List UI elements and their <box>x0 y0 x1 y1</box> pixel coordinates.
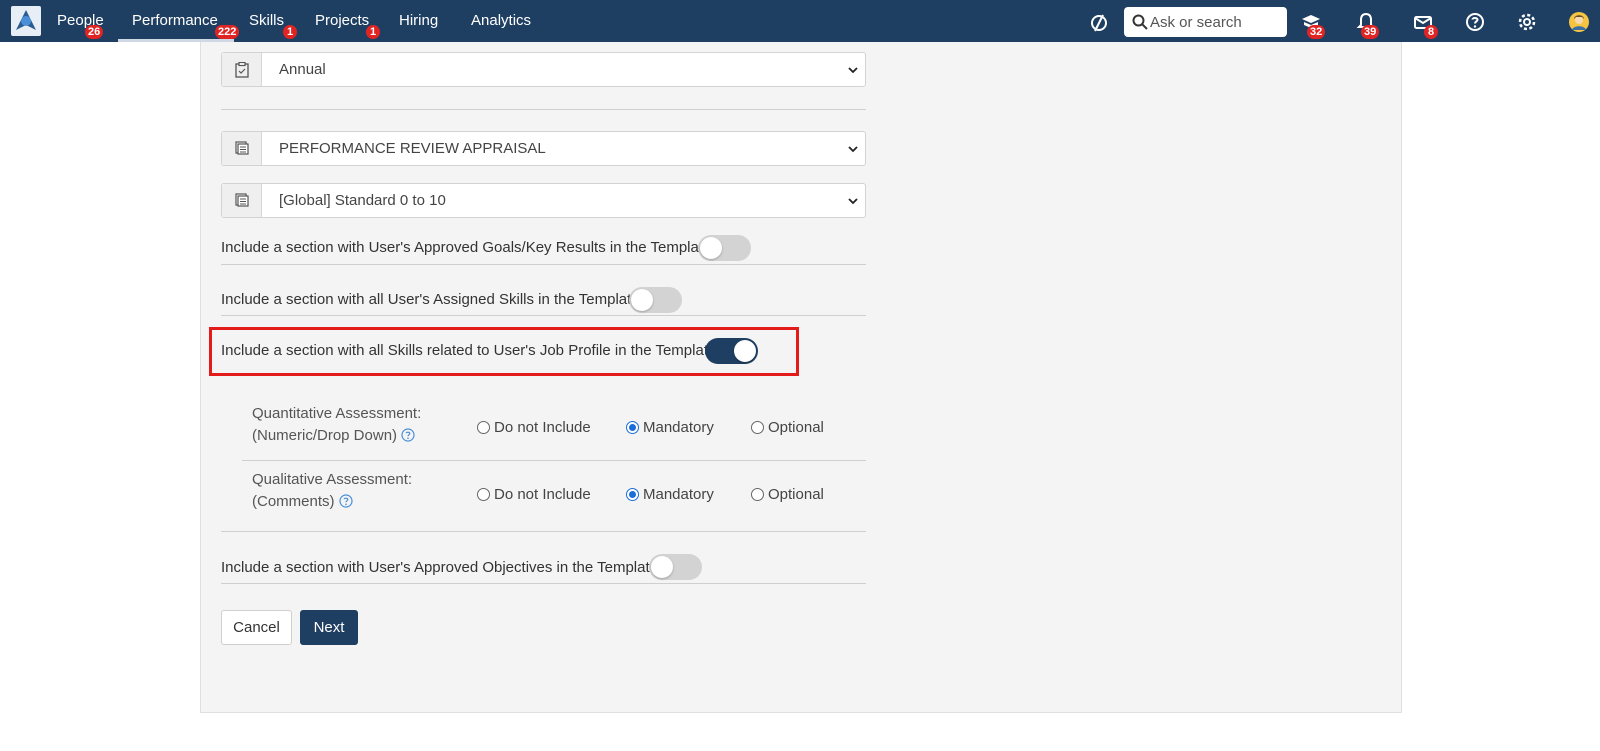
skills-badge: 1 <box>283 25 297 39</box>
help-icon[interactable] <box>1464 11 1486 33</box>
cancel-button[interactable]: Cancel <box>221 610 292 645</box>
nav-hiring[interactable]: Hiring <box>399 0 438 42</box>
learning-badge: 32 <box>1307 25 1326 39</box>
people-badge: 26 <box>85 25 104 39</box>
radio-label: Mandatory <box>643 419 714 436</box>
timer-icon[interactable] <box>1088 11 1110 33</box>
nav-hiring-label: Hiring <box>399 12 439 29</box>
radio-label: Optional <box>768 419 824 436</box>
nav-analytics[interactable]: Analytics <box>471 0 531 42</box>
radio-label: Mandatory <box>643 486 714 503</box>
template-select-value: PERFORMANCE REVIEW APPRAISAL <box>279 140 546 157</box>
nav-performance[interactable]: Performance <box>132 0 218 42</box>
messages-badge: 8 <box>1424 25 1438 39</box>
quantitative-label: Quantitative Assessment: (Numeric/Drop D… <box>252 403 421 447</box>
cycle-select[interactable]: Annual <box>221 52 866 87</box>
divider <box>221 531 866 532</box>
search-box[interactable] <box>1124 7 1287 37</box>
app-logo[interactable] <box>11 6 41 36</box>
nav-skills[interactable]: Skills <box>249 0 284 42</box>
quantitative-label-title: Quantitative Assessment: <box>252 405 422 422</box>
document-icon <box>222 184 262 217</box>
search-input[interactable] <box>1150 7 1282 37</box>
assigned-skills-toggle[interactable] <box>629 287 682 313</box>
next-button[interactable]: Next <box>300 610 358 645</box>
goals-toggle-label: Include a section with User's Approved G… <box>221 239 712 256</box>
quantitative-label-subtitle: (Numeric/Drop Down) <box>252 427 398 444</box>
nav-projects-label: Projects <box>315 12 370 29</box>
clipboard-icon <box>222 53 262 86</box>
cycle-select-value: Annual <box>279 61 326 78</box>
qualitative-label-title: Qualitative Assessment: <box>252 471 413 488</box>
objectives-toggle[interactable] <box>649 554 702 580</box>
radio-label: Optional <box>768 486 824 503</box>
document-icon <box>222 132 262 165</box>
chevron-down-icon <box>848 198 858 205</box>
radio-label: Do not Include <box>494 419 591 436</box>
radio-label: Do not Include <box>494 486 591 503</box>
search-icon <box>1132 14 1148 30</box>
notifications-badge: 39 <box>1361 25 1380 39</box>
performance-badge: 222 <box>215 25 240 39</box>
divider <box>221 264 866 265</box>
assigned-skills-toggle-label: Include a section with all User's Assign… <box>221 291 640 308</box>
help-icon[interactable] <box>339 494 353 508</box>
divider <box>221 315 866 316</box>
projects-badge: 1 <box>366 25 380 39</box>
nav-projects[interactable]: Projects <box>315 0 369 42</box>
scale-select-value: [Global] Standard 0 to 10 <box>279 192 446 209</box>
qualitative-label-subtitle: (Comments) <box>252 493 335 510</box>
nav-skills-label: Skills <box>249 12 285 29</box>
chevron-down-icon <box>848 146 858 153</box>
avatar[interactable] <box>1568 11 1590 33</box>
gear-icon[interactable] <box>1516 11 1538 33</box>
goals-toggle[interactable] <box>698 235 751 261</box>
template-select[interactable]: PERFORMANCE REVIEW APPRAISAL <box>221 131 866 166</box>
help-icon[interactable] <box>401 428 415 442</box>
nav-analytics-label: Analytics <box>471 12 532 29</box>
nav-performance-label: Performance <box>132 12 218 29</box>
divider <box>221 109 866 110</box>
divider <box>242 460 866 461</box>
job-profile-toggle[interactable] <box>705 338 758 364</box>
objectives-toggle-label: Include a section with User's Approved O… <box>221 559 658 576</box>
top-navigation-bar: People 26 Performance 222 Skills 1 Proje… <box>0 0 1600 42</box>
job-profile-toggle-label: Include a section with all Skills relate… <box>221 342 717 359</box>
qualitative-label: Qualitative Assessment: (Comments) <box>252 469 412 513</box>
chevron-down-icon <box>848 67 858 74</box>
divider <box>221 583 866 584</box>
scale-select[interactable]: [Global] Standard 0 to 10 <box>221 183 866 218</box>
